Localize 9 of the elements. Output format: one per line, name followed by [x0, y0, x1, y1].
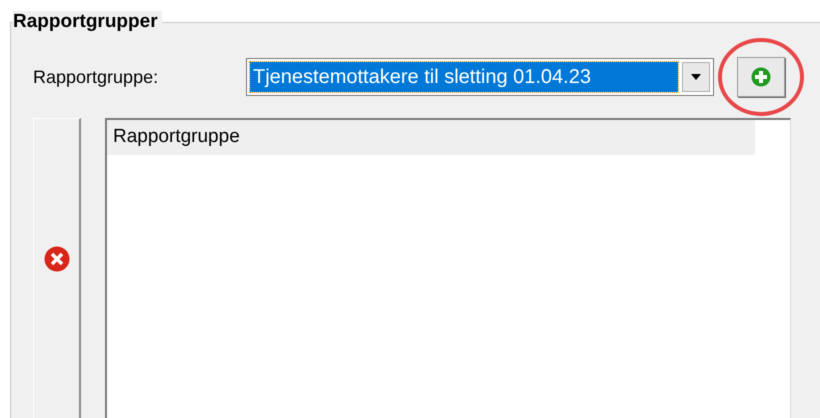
delete-icon[interactable] — [44, 246, 70, 272]
field-label: Rapportgruppe: — [33, 66, 160, 89]
dropdown-arrow-button[interactable] — [682, 62, 710, 92]
add-button[interactable] — [737, 57, 785, 97]
report-group-dropdown[interactable]: Tjenestemottakere til sletting 01.04.23 — [246, 58, 714, 96]
dropdown-value: Tjenestemottakere til sletting 01.04.23 — [250, 62, 678, 92]
caret-icon — [691, 74, 701, 80]
group-title: Rapportgrupper — [13, 11, 162, 33]
plus-icon — [751, 67, 771, 87]
